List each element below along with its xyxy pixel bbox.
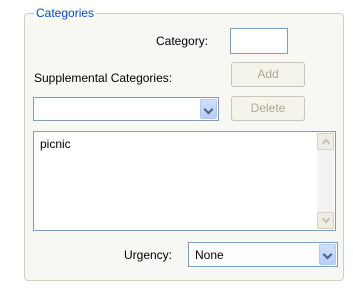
supplemental-categories-label: Supplemental Categories: <box>34 71 173 85</box>
supplemental-categories-list[interactable]: picnic <box>33 131 336 231</box>
scroll-down-icon[interactable] <box>317 212 334 229</box>
add-button[interactable]: Add <box>231 62 305 87</box>
urgency-select[interactable]: None <box>188 242 338 267</box>
delete-button[interactable]: Delete <box>231 96 305 121</box>
chevron-down-icon[interactable] <box>319 244 336 265</box>
category-input[interactable] <box>230 28 288 54</box>
supplemental-category-combobox[interactable] <box>33 97 219 121</box>
category-label: Category: <box>156 34 209 48</box>
vertical-scrollbar[interactable] <box>317 133 334 229</box>
list-item[interactable]: picnic <box>40 137 71 151</box>
group-title: Categories <box>34 6 97 20</box>
scroll-up-icon[interactable] <box>317 133 334 150</box>
urgency-label: Urgency: <box>124 248 173 262</box>
urgency-value: None <box>195 248 224 262</box>
chevron-down-icon[interactable] <box>200 99 217 119</box>
